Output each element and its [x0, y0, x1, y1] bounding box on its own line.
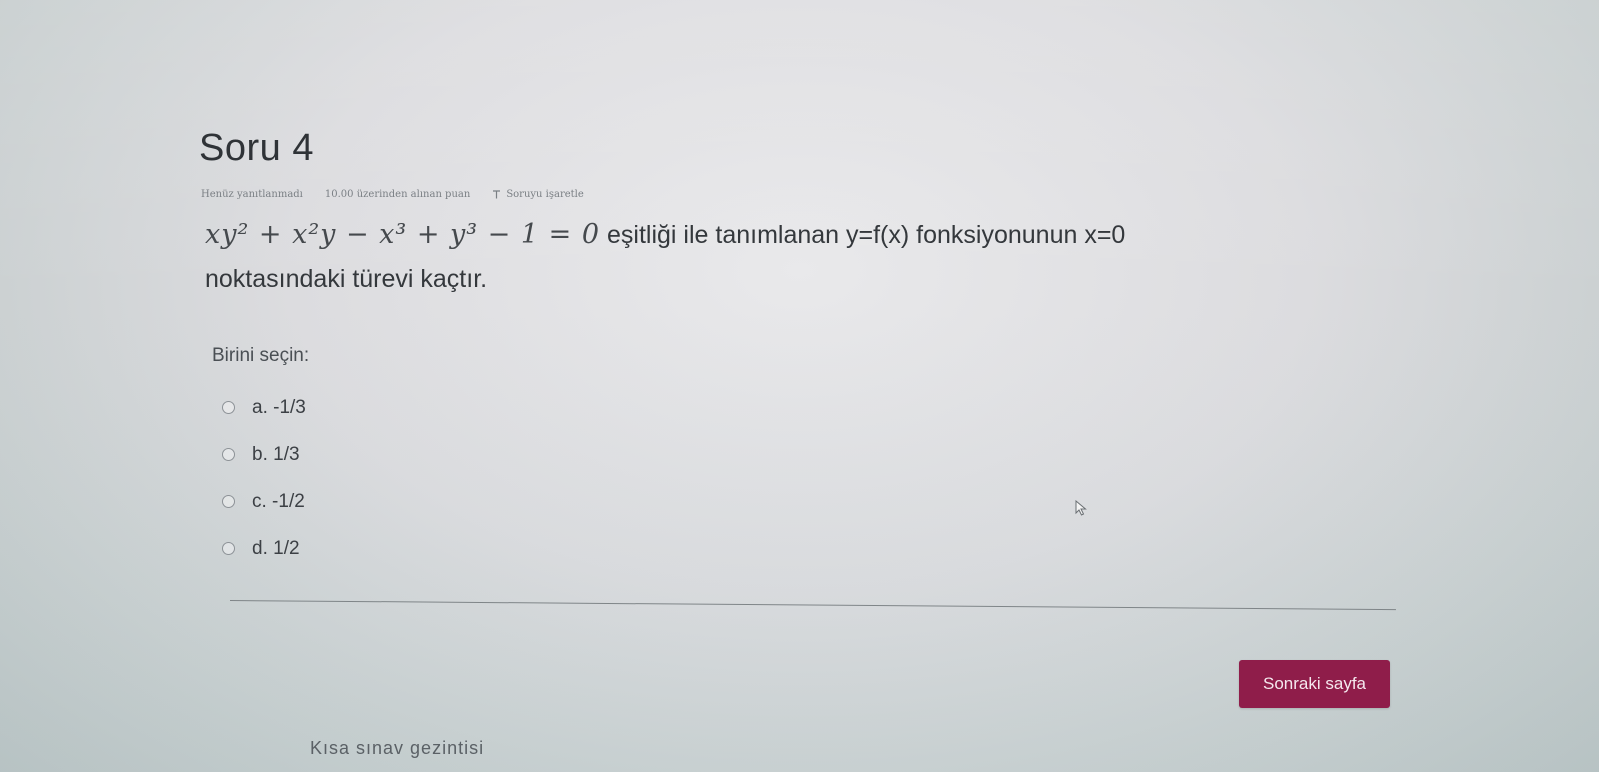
option-a[interactable]: a. -1/3: [222, 384, 306, 431]
question-info: Henüz yanıtlanmadı 10.00 üzerinden alına…: [201, 189, 584, 200]
option-label: c. -1/2: [252, 490, 305, 512]
option-c[interactable]: c. -1/2: [222, 478, 306, 525]
mouse-pointer-icon: [1075, 499, 1087, 521]
option-label: b. 1/3: [252, 443, 300, 465]
radio-button[interactable]: [222, 495, 235, 508]
flag-question-label: Soruyu işaretle: [506, 189, 584, 200]
answer-prompt: Birini seçin:: [212, 345, 310, 366]
flag-icon: [492, 190, 501, 199]
radio-button[interactable]: [222, 401, 235, 414]
next-page-button[interactable]: Sonraki sayfa: [1239, 660, 1390, 708]
equation: xy² + x²y − x³ + y³ − 1 = 0: [205, 219, 601, 250]
question-title: Soru 4: [199, 127, 314, 169]
radio-button[interactable]: [222, 448, 235, 461]
question-marks: 10.00 üzerinden alınan puan: [324, 189, 471, 200]
quiz-navigation-title: Kısa sınav gezintisi: [310, 738, 485, 758]
divider: [229, 600, 1396, 611]
question-text-line2: noktasındaki türevi kaçtır.: [205, 265, 488, 293]
question-status: Henüz yanıtlanmadı: [201, 189, 303, 200]
option-d[interactable]: d. 1/2: [222, 525, 306, 572]
question-text-line1: eşitliği ile tanımlanan y=f(x) fonksiyon…: [600, 221, 1126, 249]
option-b[interactable]: b. 1/3: [222, 431, 306, 478]
flag-question-link[interactable]: Soruyu işaretle: [492, 189, 584, 200]
option-label: a. -1/3: [252, 396, 306, 418]
option-label: d. 1/2: [252, 537, 300, 559]
answer-options: a. -1/3 b. 1/3 c. -1/2 d. 1/2: [222, 384, 306, 572]
radio-button[interactable]: [222, 542, 235, 555]
question-text: xy² + x²y − x³ + y³ − 1 = 0 eşitliği ile…: [205, 213, 1325, 301]
